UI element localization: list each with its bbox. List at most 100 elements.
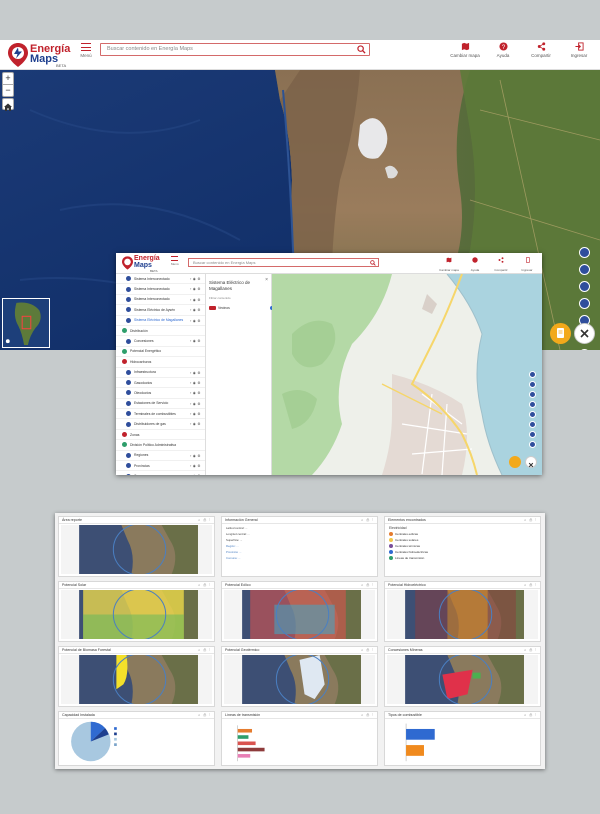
pencil-tool-icon[interactable] <box>529 381 536 388</box>
minus-tool-icon[interactable] <box>579 298 590 309</box>
search-icon[interactable] <box>357 45 366 54</box>
close-fab-button[interactable] <box>525 456 537 468</box>
sidebar-item[interactable]: Provincias ›◉⚙ <box>116 461 205 472</box>
login-button[interactable]: Ingresar <box>564 42 594 58</box>
layer-actions-icon[interactable]: ›◉⚙ <box>190 371 202 375</box>
panel-tools-icon[interactable]: ⌕ ⎙ ⋮ <box>361 712 374 719</box>
help-button[interactable]: ? Ayuda <box>488 42 518 58</box>
search-icon[interactable] <box>370 260 376 266</box>
report-dashboard: Área reporte ⌕ ⎙ ⋮ Información General ⌕ ⎙ … <box>55 513 545 769</box>
search-input[interactable]: Buscar contenido en Energía Maps <box>188 258 379 267</box>
panel-tools-icon[interactable]: ⌕ ⎙ ⋮ <box>524 517 537 524</box>
layer-actions-icon[interactable]: ›◉⚙ <box>190 308 202 312</box>
layer-actions-icon[interactable]: ›◉⚙ <box>190 464 202 468</box>
sidebar-item[interactable]: Terminales de combustibles ›◉⚙ <box>116 409 205 420</box>
sidebar-item[interactable]: Sistema Eléctrico de Aysén ›◉⚙ <box>116 305 205 316</box>
street-map[interactable] <box>272 274 542 475</box>
sidebar-item[interactable]: Hidrocarburos <box>116 357 205 368</box>
panel-tools-icon[interactable]: ⌕ ⎙ ⋮ <box>198 517 211 524</box>
sidebar-item[interactable]: Gasoductos ›◉⚙ <box>116 378 205 389</box>
sidebar-item[interactable]: Potencial Energético <box>116 347 205 358</box>
layer-actions-icon[interactable]: ›◉⚙ <box>190 454 202 458</box>
panel-header: Potencial Solar ⌕ ⎙ ⋮ <box>59 582 214 589</box>
panel-tools-icon[interactable]: ⌕ ⎙ ⋮ <box>361 582 374 589</box>
menu-button[interactable]: Menú <box>171 256 179 266</box>
panel-map-geo[interactable] <box>224 655 375 704</box>
layer-actions-icon[interactable]: ›◉⚙ <box>190 277 202 281</box>
legend-item[interactable]: Líneas de transmisión <box>387 555 538 561</box>
sidebar-item[interactable]: Sistema Interconectado ›◉⚙ <box>116 274 205 285</box>
sidebar-item[interactable]: Zonas <box>116 430 205 441</box>
sidebar-item[interactable]: Distribuidores de gas ›◉⚙ <box>116 419 205 430</box>
location-tool-icon[interactable] <box>529 431 536 438</box>
camera-tool-icon[interactable] <box>529 391 536 398</box>
layer-actions-icon[interactable]: ›◉⚙ <box>190 339 202 343</box>
home-button[interactable] <box>2 98 14 111</box>
target-tool-icon[interactable] <box>529 371 536 378</box>
sidebar-item-label: Comunas <box>134 474 149 475</box>
panel-tools-icon[interactable]: ⌕ ⎙ ⋮ <box>524 647 537 654</box>
panel-map-map[interactable] <box>61 525 212 574</box>
sidebar-item[interactable]: Distribución <box>116 326 205 337</box>
layer-detail-panel: × Sistema Eléctrico de Magallanes Filtra… <box>206 274 274 475</box>
panel-tools-icon[interactable]: ⌕ ⎙ ⋮ <box>524 712 537 719</box>
change-map-button[interactable]: Cambiar mapa <box>450 42 480 58</box>
camera-tool-icon[interactable] <box>579 281 590 292</box>
menu-button[interactable]: Menú <box>78 43 94 58</box>
sidebar-item[interactable]: Regiones ›◉⚙ <box>116 451 205 462</box>
sidebar-item[interactable]: Sistema Eléctrico de Magallanes ›◉⚙ <box>116 316 205 326</box>
layer-actions-icon[interactable]: ›◉⚙ <box>190 319 202 323</box>
layer-actions-icon[interactable]: ›◉⚙ <box>190 287 202 291</box>
panel-map-biomass[interactable] <box>61 655 212 704</box>
layer-actions-icon[interactable]: ›◉⚙ <box>190 298 202 302</box>
polygon-tool-icon[interactable] <box>529 421 536 428</box>
layer-actions-icon[interactable]: ›◉⚙ <box>190 391 202 395</box>
minimap-toggle-icon[interactable] <box>5 339 10 344</box>
help-button[interactable]: Ayuda <box>464 257 486 272</box>
report-fab-button[interactable] <box>509 456 521 468</box>
sidebar-item[interactable]: Infraestructura ›◉⚙ <box>116 368 205 378</box>
share-button[interactable]: Compartir <box>526 42 556 58</box>
report-fab-button[interactable] <box>550 323 571 344</box>
login-button[interactable]: Ingresar <box>516 257 538 272</box>
location-tool-icon[interactable] <box>579 349 590 350</box>
sidebar-item[interactable]: Estaciones de Servicio ›◉⚙ <box>116 399 205 410</box>
sidebar-item[interactable]: División Político Administrativa <box>116 440 205 451</box>
sidebar-item[interactable]: Concesiones ›◉⚙ <box>116 336 205 347</box>
close-fab-button[interactable] <box>574 323 595 344</box>
target-tool-icon[interactable] <box>579 247 590 258</box>
overview-minimap[interactable] <box>2 298 50 348</box>
panel-tools-icon[interactable]: ⌕ ⎙ ⋮ <box>524 582 537 589</box>
panel-map-solar[interactable] <box>61 590 212 639</box>
layer-actions-icon[interactable]: ›◉⚙ <box>190 474 202 475</box>
sidebar-item-label: Sistema Interconectado <box>134 297 170 302</box>
share-button[interactable]: Compartir <box>490 257 512 272</box>
layer-actions-icon[interactable]: ›◉⚙ <box>190 412 202 416</box>
sidebar-item[interactable]: Comunas ›◉⚙ <box>116 471 205 475</box>
panel-tools-icon[interactable]: ⌕ ⎙ ⋮ <box>361 647 374 654</box>
pencil-tool-icon[interactable] <box>579 264 590 275</box>
filter-label[interactable]: Filtrar contenido <box>209 296 231 300</box>
zoom-in-button[interactable]: + <box>3 73 13 84</box>
layer-actions-icon[interactable]: ›◉⚙ <box>190 422 202 426</box>
diamond-tool-icon[interactable] <box>529 411 536 418</box>
panel-tools-icon[interactable]: ⌕ ⎙ ⋮ <box>198 647 211 654</box>
energia-maps-logo[interactable]: Energía Maps BETA <box>8 42 78 68</box>
sidebar-item[interactable]: Oleoductos ›◉⚙ <box>116 388 205 399</box>
sidebar-item[interactable]: Sistema Interconectado ›◉⚙ <box>116 295 205 306</box>
layer-item[interactable]: Vecinos <box>209 306 274 310</box>
zoom-out-button[interactable]: − <box>3 84 13 96</box>
panel-tools-icon[interactable]: ⌕ ⎙ ⋮ <box>198 712 211 719</box>
hand-tool-icon[interactable] <box>529 441 536 448</box>
change-map-button[interactable]: Cambiar mapa <box>438 257 460 272</box>
panel-map-wind[interactable] <box>224 590 375 639</box>
layer-actions-icon[interactable]: ›◉⚙ <box>190 381 202 385</box>
layer-actions-icon[interactable]: ›◉⚙ <box>190 402 202 406</box>
sidebar-item[interactable]: Sistema Interconectado ›◉⚙ <box>116 284 205 295</box>
panel-map-mining[interactable] <box>387 655 538 704</box>
panel-tools-icon[interactable]: ⌕ ⎙ ⋮ <box>198 582 211 589</box>
search-input[interactable]: Buscar contenido en Energía Maps <box>100 43 370 56</box>
minus-tool-icon[interactable] <box>529 401 536 408</box>
panel-map-hydro[interactable] <box>387 590 538 639</box>
panel-tools-icon[interactable]: ⌕ ⎙ ⋮ <box>361 517 374 524</box>
